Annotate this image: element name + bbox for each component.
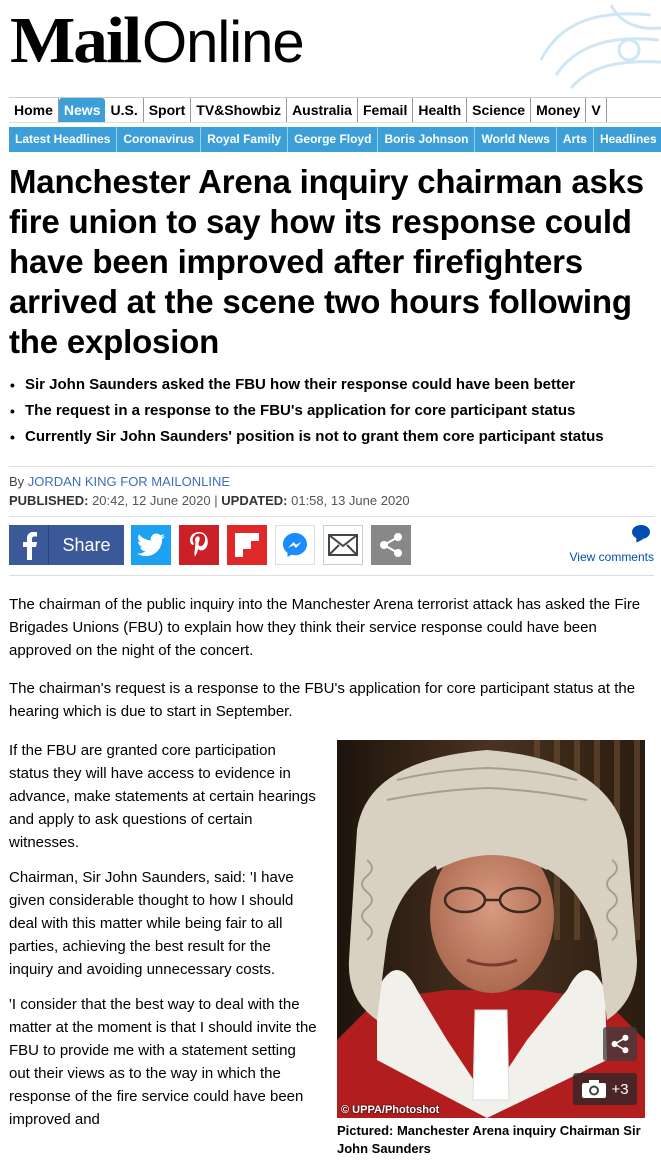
subnav-royal-family[interactable]: Royal Family (201, 127, 289, 152)
article-paragraph: If the FBU are granted core participatio… (9, 742, 316, 851)
author-link[interactable]: JORDAN KING FOR MAILONLINE (28, 474, 230, 489)
subnav-george-floyd[interactable]: George Floyd (288, 127, 379, 152)
secondary-nav: Latest Headlines Coronavirus Royal Famil… (9, 127, 661, 152)
nav-tvshowbiz[interactable]: TV&Showbiz (191, 98, 288, 122)
nav-australia[interactable]: Australia (287, 98, 358, 122)
article-summary-bullets: Sir John Saunders asked the FBU how thei… (9, 372, 654, 450)
updated-label: UPDATED: (221, 493, 288, 508)
article-body-column: If the FBU are granted core participatio… (9, 739, 319, 1143)
nav-sport[interactable]: Sport (144, 98, 192, 122)
nav-science[interactable]: Science (467, 98, 532, 122)
gallery-button[interactable]: +3 (573, 1073, 637, 1105)
summary-bullet: Currently Sir John Saunders' position is… (9, 424, 654, 450)
article-paragraph: The chairman's request is a response to … (9, 680, 636, 720)
article-headline: Manchester Arena inquiry chairman asks f… (9, 163, 644, 360)
masthead: Mail Online (0, 0, 661, 92)
email-icon (328, 534, 358, 556)
camera-icon (582, 1080, 607, 1098)
byline-prefix: By (9, 474, 25, 489)
logo-online-wordmark: Online (141, 10, 305, 75)
nav-news[interactable]: News (58, 98, 106, 122)
gallery-count: +3 (611, 1080, 629, 1098)
nav-video[interactable]: V (586, 98, 607, 122)
nav-money[interactable]: Money (531, 98, 587, 122)
more-share-button[interactable] (371, 525, 411, 565)
image-share-button[interactable] (603, 1027, 637, 1061)
share-bar: Share View comments (9, 516, 654, 576)
view-comments-label: View comments (569, 550, 654, 564)
nav-femail[interactable]: Femail (358, 98, 414, 122)
summary-bullet: Sir John Saunders asked the FBU how thei… (9, 372, 654, 398)
pinterest-share-button[interactable] (179, 525, 219, 565)
subnav-coronavirus[interactable]: Coronavirus (117, 127, 202, 152)
judge-portrait-image (337, 740, 645, 1118)
share-label: Share (62, 534, 111, 555)
article-image-figure: © UPPA/Photoshot +3 Pictured: Manchester… (337, 740, 645, 1158)
article-paragraph: Chairman, Sir John Saunders, said: 'I ha… (9, 869, 294, 978)
messenger-share-button[interactable] (275, 525, 315, 565)
nav-us[interactable]: U.S. (105, 98, 144, 122)
lion-emblem-icon (539, 4, 661, 89)
nav-home[interactable]: Home (9, 98, 59, 122)
logo-mail-wordmark: Mail (10, 4, 142, 77)
pinterest-icon (190, 532, 208, 557)
summary-bullet: The request in a response to the FBU's a… (9, 398, 654, 424)
updated-date: 01:58, 13 June 2020 (291, 493, 410, 508)
email-share-button[interactable] (323, 525, 363, 565)
comment-bubble-icon (632, 525, 650, 539)
mailonline-logo[interactable]: Mail Online (10, 4, 305, 77)
flipboard-share-button[interactable] (227, 525, 267, 565)
byline-block: By JORDAN KING FOR MAILONLINE PUBLISHED:… (9, 466, 654, 509)
judge-photo[interactable]: © UPPA/Photoshot +3 (337, 740, 645, 1118)
share-icon (611, 1034, 629, 1054)
photo-credit: © UPPA/Photoshot (341, 1104, 440, 1116)
facebook-share-button[interactable]: Share (9, 525, 124, 565)
flipboard-icon (235, 533, 259, 557)
subnav-arts[interactable]: Arts (557, 127, 594, 152)
nav-health[interactable]: Health (413, 98, 468, 122)
subnav-world-news[interactable]: World News (475, 127, 557, 152)
article-paragraph: The chairman of the public inquiry into … (9, 596, 641, 659)
byline: By JORDAN KING FOR MAILONLINE (9, 471, 654, 493)
twitter-share-button[interactable] (131, 525, 171, 565)
subnav-headlines[interactable]: Headlines (594, 127, 661, 152)
share-more-icon (380, 533, 402, 557)
messenger-icon (283, 533, 307, 557)
primary-nav: Home News U.S. Sport TV&Showbiz Australi… (9, 97, 661, 123)
image-caption: Pictured: Manchester Arena inquiry Chair… (337, 1123, 641, 1156)
article-paragraph: 'I consider that the best way to deal wi… (9, 996, 317, 1128)
date-separator: | (214, 493, 218, 508)
subnav-latest-headlines[interactable]: Latest Headlines (9, 127, 118, 152)
article-dates: PUBLISHED: 20:42, 12 June 2020 | UPDATED… (9, 493, 654, 509)
twitter-icon (137, 533, 165, 557)
published-date: 20:42, 12 June 2020 (92, 493, 211, 508)
published-label: PUBLISHED: (9, 493, 89, 508)
subnav-boris-johnson[interactable]: Boris Johnson (378, 127, 476, 152)
facebook-icon (9, 525, 49, 565)
view-comments-link[interactable]: View comments (554, 525, 654, 564)
